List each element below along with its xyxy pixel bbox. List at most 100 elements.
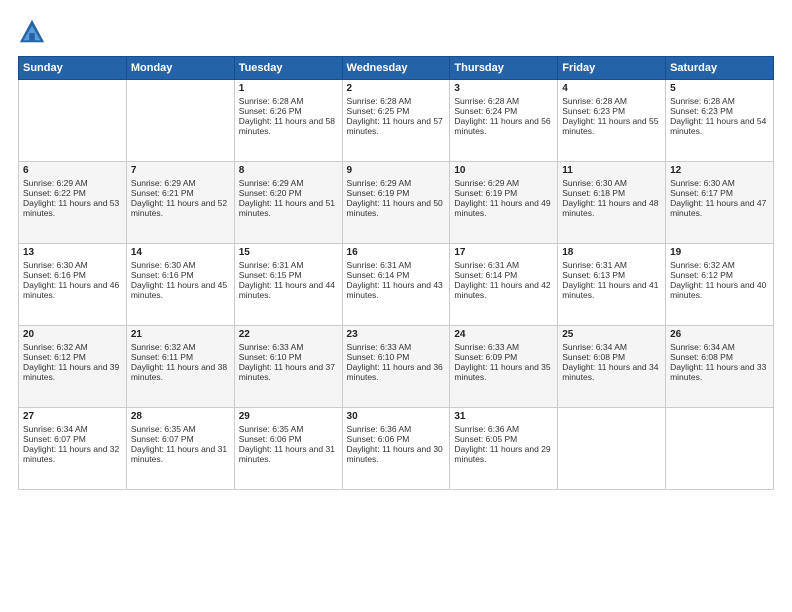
week-row-2: 13Sunrise: 6:30 AMSunset: 6:16 PMDayligh… (19, 244, 774, 326)
sunrise-text: Sunrise: 6:29 AM (23, 178, 122, 188)
sunrise-text: Sunrise: 6:29 AM (347, 178, 446, 188)
calendar-cell: 13 Sunrise: 6:30 AMSunset: 6:16 PMDayligh… (19, 244, 127, 326)
daylight-text: Daylight: 11 hours and 31 minutes. (131, 444, 230, 464)
daylight-text: Daylight: 11 hours and 57 minutes. (347, 116, 446, 136)
day-number: 31 (454, 411, 553, 422)
day-number: 16 (347, 247, 446, 258)
calendar-cell: 18Sunrise: 6:31 AMSunset: 6:13 PMDayligh… (558, 244, 666, 326)
calendar-cell: 27Sunrise: 6:34 AMSunset: 6:07 PMDayligh… (19, 408, 127, 490)
sunset-text: Sunset: 6:22 PM (23, 188, 122, 198)
sunset-text: Sunset: 6:25 PM (347, 106, 446, 116)
daylight-text: Daylight: 11 hours and 37 minutes. (239, 362, 338, 382)
sunset-text: Sunset: 6:16 PM (131, 270, 230, 280)
sunrise-text: Sunrise: 6:28 AM (562, 96, 661, 106)
sunrise-text: Sunrise: 6:30 AM (23, 260, 122, 270)
logo-icon (18, 18, 46, 46)
day-number: 3 (454, 83, 553, 94)
sunset-text: Sunset: 6:11 PM (131, 352, 230, 362)
col-header-wednesday: Wednesday (342, 57, 450, 80)
sunset-text: Sunset: 6:14 PM (347, 270, 446, 280)
daylight-text: Daylight: 11 hours and 31 minutes. (239, 444, 338, 464)
calendar-cell: 20Sunrise: 6:32 AMSunset: 6:12 PMDayligh… (19, 326, 127, 408)
day-number: 15 (239, 247, 338, 258)
sunrise-text: Sunrise: 6:33 AM (347, 342, 446, 352)
daylight-text: Daylight: 11 hours and 32 minutes. (23, 444, 122, 464)
calendar-cell: 9 Sunrise: 6:29 AMSunset: 6:19 PMDaylight… (342, 162, 450, 244)
calendar-cell: 11Sunrise: 6:30 AMSunset: 6:18 PMDayligh… (558, 162, 666, 244)
day-number: 22 (239, 329, 338, 340)
day-number: 23 (347, 329, 446, 340)
sunrise-text: Sunrise: 6:35 AM (239, 424, 338, 434)
sunset-text: Sunset: 6:12 PM (670, 270, 769, 280)
col-header-monday: Monday (126, 57, 234, 80)
header-row: SundayMondayTuesdayWednesdayThursdayFrid… (19, 57, 774, 80)
calendar-cell: 19Sunrise: 6:32 AMSunset: 6:12 PMDayligh… (666, 244, 774, 326)
calendar-cell: 24Sunrise: 6:33 AMSunset: 6:09 PMDayligh… (450, 326, 558, 408)
calendar-cell (558, 408, 666, 490)
sunset-text: Sunset: 6:16 PM (23, 270, 122, 280)
col-header-sunday: Sunday (19, 57, 127, 80)
sunrise-text: Sunrise: 6:33 AM (454, 342, 553, 352)
sunset-text: Sunset: 6:19 PM (347, 188, 446, 198)
calendar-cell: 2Sunrise: 6:28 AMSunset: 6:25 PMDaylight… (342, 80, 450, 162)
daylight-text: Daylight: 11 hours and 34 minutes. (562, 362, 661, 382)
daylight-text: Daylight: 11 hours and 42 minutes. (454, 280, 553, 300)
sunrise-text: Sunrise: 6:32 AM (131, 342, 230, 352)
day-number: 4 (562, 83, 661, 94)
daylight-text: Daylight: 11 hours and 38 minutes. (131, 362, 230, 382)
calendar-cell (666, 408, 774, 490)
calendar-cell: 1Sunrise: 6:28 AMSunset: 6:26 PMDaylight… (234, 80, 342, 162)
week-row-0: 1Sunrise: 6:28 AMSunset: 6:26 PMDaylight… (19, 80, 774, 162)
sunrise-text: Sunrise: 6:31 AM (454, 260, 553, 270)
day-number: 13 (23, 247, 122, 258)
sunrise-text: Sunrise: 6:28 AM (239, 96, 338, 106)
day-number: 29 (239, 411, 338, 422)
daylight-text: Daylight: 11 hours and 46 minutes. (23, 280, 122, 300)
calendar-cell: 22Sunrise: 6:33 AMSunset: 6:10 PMDayligh… (234, 326, 342, 408)
day-number: 9 (347, 165, 446, 176)
sunset-text: Sunset: 6:15 PM (239, 270, 338, 280)
calendar-cell: 31Sunrise: 6:36 AMSunset: 6:05 PMDayligh… (450, 408, 558, 490)
calendar-table: SundayMondayTuesdayWednesdayThursdayFrid… (18, 56, 774, 490)
daylight-text: Daylight: 11 hours and 52 minutes. (131, 198, 230, 218)
daylight-text: Daylight: 11 hours and 53 minutes. (23, 198, 122, 218)
daylight-text: Daylight: 11 hours and 56 minutes. (454, 116, 553, 136)
day-number: 7 (131, 165, 230, 176)
calendar-cell (126, 80, 234, 162)
sunset-text: Sunset: 6:05 PM (454, 434, 553, 444)
sunset-text: Sunset: 6:12 PM (23, 352, 122, 362)
col-header-thursday: Thursday (450, 57, 558, 80)
sunrise-text: Sunrise: 6:29 AM (454, 178, 553, 188)
sunrise-text: Sunrise: 6:30 AM (670, 178, 769, 188)
sunrise-text: Sunrise: 6:28 AM (454, 96, 553, 106)
daylight-text: Daylight: 11 hours and 48 minutes. (562, 198, 661, 218)
calendar-cell: 15Sunrise: 6:31 AMSunset: 6:15 PMDayligh… (234, 244, 342, 326)
sunrise-text: Sunrise: 6:28 AM (347, 96, 446, 106)
calendar-cell: 21 Sunrise: 6:32 AMSunset: 6:11 PMDayligh… (126, 326, 234, 408)
sunrise-text: Sunrise: 6:31 AM (562, 260, 661, 270)
sunrise-text: Sunrise: 6:29 AM (239, 178, 338, 188)
sunset-text: Sunset: 6:13 PM (562, 270, 661, 280)
sunset-text: Sunset: 6:08 PM (562, 352, 661, 362)
sunrise-text: Sunrise: 6:35 AM (131, 424, 230, 434)
sunset-text: Sunset: 6:14 PM (454, 270, 553, 280)
daylight-text: Daylight: 11 hours and 49 minutes. (454, 198, 553, 218)
daylight-text: Daylight: 11 hours and 51 minutes. (239, 198, 338, 218)
daylight-text: Daylight: 11 hours and 50 minutes. (347, 198, 446, 218)
daylight-text: Daylight: 11 hours and 40 minutes. (670, 280, 769, 300)
sunset-text: Sunset: 6:10 PM (239, 352, 338, 362)
sunset-text: Sunset: 6:06 PM (239, 434, 338, 444)
sunset-text: Sunset: 6:19 PM (454, 188, 553, 198)
sunset-text: Sunset: 6:21 PM (131, 188, 230, 198)
col-header-saturday: Saturday (666, 57, 774, 80)
sunrise-text: Sunrise: 6:30 AM (562, 178, 661, 188)
calendar-cell: 30Sunrise: 6:36 AMSunset: 6:06 PMDayligh… (342, 408, 450, 490)
day-number: 21 (131, 329, 230, 340)
sunset-text: Sunset: 6:10 PM (347, 352, 446, 362)
sunset-text: Sunset: 6:07 PM (23, 434, 122, 444)
sunrise-text: Sunrise: 6:36 AM (454, 424, 553, 434)
calendar-cell: 8Sunrise: 6:29 AMSunset: 6:20 PMDaylight… (234, 162, 342, 244)
sunset-text: Sunset: 6:17 PM (670, 188, 769, 198)
sunset-text: Sunset: 6:26 PM (239, 106, 338, 116)
day-number: 25 (562, 329, 661, 340)
